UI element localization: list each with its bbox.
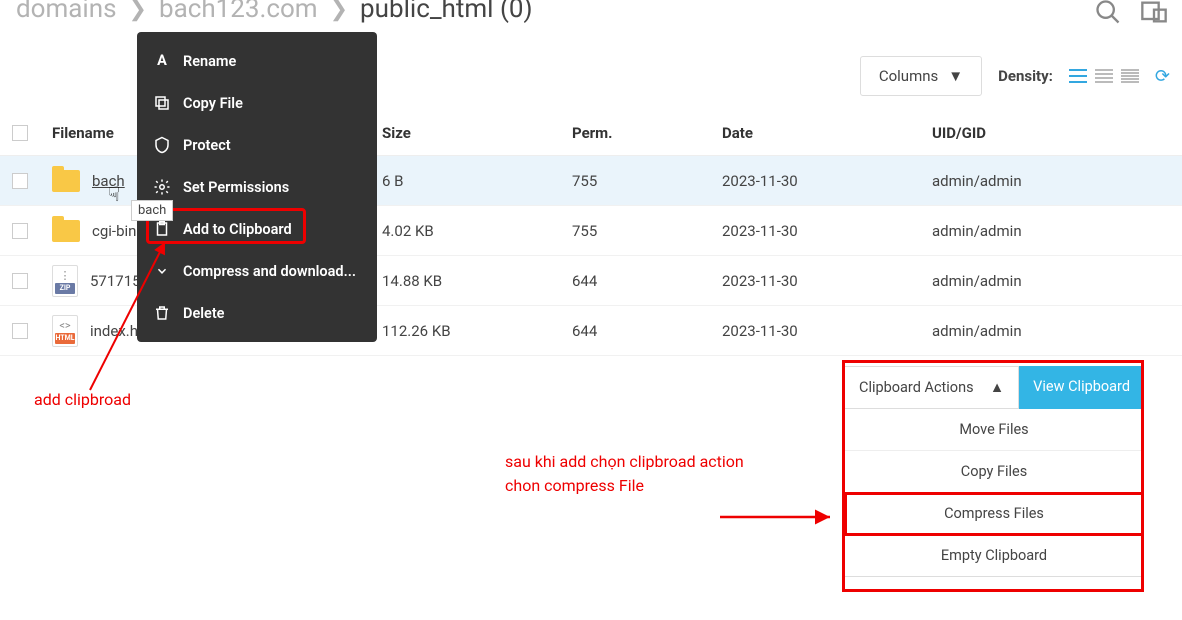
context-menu: A Rename Copy File Protect Set Permissio… [137, 32, 377, 342]
file-perm: 644 [572, 272, 722, 290]
ctx-label: Copy File [183, 95, 243, 112]
clipboard-icon [153, 220, 171, 238]
density-option-compact[interactable] [1121, 69, 1139, 83]
density-label: Density: [998, 67, 1053, 85]
columns-button[interactable]: Columns ▼ [860, 56, 982, 96]
clipboard-copy-files[interactable]: Copy Files [845, 451, 1143, 493]
folder-icon [52, 220, 80, 242]
file-size: 4.02 KB [382, 222, 572, 240]
columns-label: Columns [879, 67, 938, 85]
zip-icon: ⋮ZIP [52, 265, 78, 297]
col-date[interactable]: Date [722, 124, 932, 142]
row-checkbox[interactable] [12, 223, 28, 239]
trash-icon [153, 304, 171, 322]
rename-icon: A [153, 52, 171, 70]
ctx-compress-download[interactable]: Compress and download... [137, 250, 377, 292]
file-size: 112.26 KB [382, 322, 572, 340]
file-date: 2023-11-30 [722, 222, 932, 240]
annotation-arrow [720, 505, 840, 529]
file-uidgid: admin/admin [932, 172, 1176, 190]
ctx-label: Set Permissions [183, 179, 289, 196]
folder-icon [52, 170, 80, 192]
file-perm: 755 [572, 222, 722, 240]
density-option-comfortable[interactable] [1069, 69, 1087, 83]
file-size: 6 B [382, 172, 572, 190]
col-perm[interactable]: Perm. [572, 124, 722, 142]
clipboard-panel: Clipboard Actions ▲ View Clipboard Move … [844, 366, 1144, 577]
file-name[interactable]: cgi-bin [92, 222, 136, 240]
tooltip: bach [131, 200, 173, 221]
file-uidgid: admin/admin [932, 222, 1176, 240]
chevron-right-icon: ❯ [129, 0, 147, 22]
density-options [1069, 69, 1139, 83]
ctx-label: Delete [183, 305, 225, 322]
clipboard-actions-list: Move Files Copy Files Compress Files Emp… [844, 409, 1144, 577]
layout-icon[interactable] [1140, 0, 1168, 30]
search-icon[interactable] [1094, 0, 1122, 30]
clipboard-move-files[interactable]: Move Files [845, 409, 1143, 451]
file-uidgid: admin/admin [932, 322, 1176, 340]
file-perm: 644 [572, 322, 722, 340]
chevron-right-icon: ❯ [330, 0, 348, 22]
clipboard-actions-button[interactable]: Clipboard Actions ▲ [844, 366, 1019, 409]
copy-icon [153, 94, 171, 112]
breadcrumb-segment[interactable]: bach123.com [159, 0, 318, 24]
ctx-label: Rename [183, 53, 236, 70]
file-size: 14.88 KB [382, 272, 572, 290]
file-date: 2023-11-30 [722, 272, 932, 290]
ctx-label: Add to Clipboard [183, 221, 292, 238]
col-uidgid[interactable]: UID/GID [932, 124, 1176, 142]
html-icon: <>HTML [52, 315, 78, 347]
ctx-protect[interactable]: Protect [137, 124, 377, 166]
annotation-text: add clipbroad [34, 390, 131, 409]
breadcrumb: domains ❯ bach123.com ❯ public_html (0) [16, 0, 533, 24]
select-all-checkbox[interactable] [12, 125, 28, 141]
reload-icon[interactable]: ⟳ [1155, 66, 1170, 87]
ctx-delete[interactable]: Delete [137, 292, 377, 334]
density-option-cozy[interactable] [1095, 69, 1113, 83]
clipboard-compress-files[interactable]: Compress Files [845, 493, 1143, 535]
ctx-rename[interactable]: A Rename [137, 40, 377, 82]
ctx-label: Protect [183, 137, 231, 154]
col-size[interactable]: Size [382, 124, 572, 142]
ctx-copy-file[interactable]: Copy File [137, 82, 377, 124]
file-date: 2023-11-30 [722, 172, 932, 190]
breadcrumb-segment[interactable]: domains [16, 0, 117, 24]
row-checkbox[interactable] [12, 273, 28, 289]
row-checkbox[interactable] [12, 323, 28, 339]
gear-icon [153, 178, 171, 196]
caret-up-icon: ▲ [990, 379, 1004, 396]
file-uidgid: admin/admin [932, 272, 1176, 290]
shield-icon [153, 136, 171, 154]
clipboard-empty[interactable]: Empty Clipboard [845, 535, 1143, 576]
row-checkbox[interactable] [12, 173, 28, 189]
clipboard-actions-label: Clipboard Actions [859, 379, 974, 396]
file-name[interactable]: 571715 [90, 272, 141, 290]
caret-down-icon: ▼ [948, 67, 963, 85]
ctx-label: Compress and download... [183, 263, 356, 280]
file-name[interactable]: bach [92, 172, 125, 190]
download-icon [153, 262, 171, 280]
breadcrumb-current: public_html (0) [360, 0, 532, 24]
file-date: 2023-11-30 [722, 322, 932, 340]
annotation-text: sau khi add chọn clipbroad action chon c… [505, 450, 744, 498]
view-clipboard-button[interactable]: View Clipboard [1019, 366, 1144, 409]
file-perm: 755 [572, 172, 722, 190]
